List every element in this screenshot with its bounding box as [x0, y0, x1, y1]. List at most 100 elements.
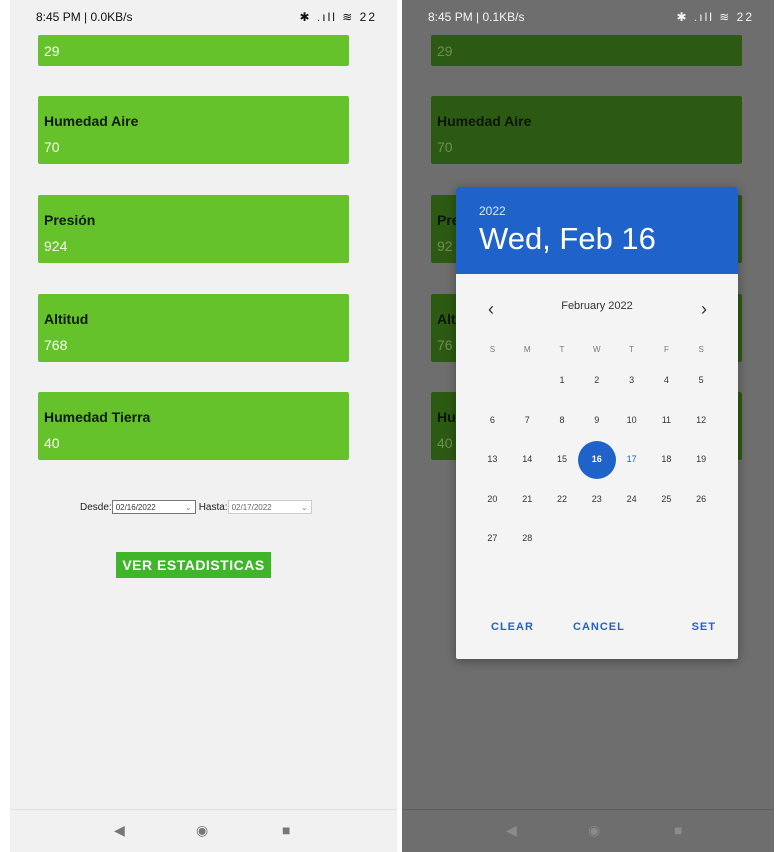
- status-time: 8:45 PM | 0.1KB/s: [428, 10, 525, 24]
- calendar-day[interactable]: 21: [510, 480, 545, 520]
- card-value: 40: [44, 435, 60, 451]
- calendar-day[interactable]: 13: [475, 440, 510, 480]
- calendar-day[interactable]: 18: [649, 440, 684, 480]
- sensor-card: Altitud 768: [38, 294, 349, 362]
- sensor-card: Presión 924: [38, 195, 349, 263]
- sensor-card: Humedad Aire 70: [38, 96, 349, 164]
- weekday-label: S: [489, 345, 496, 354]
- calendar-day[interactable]: 9: [579, 401, 614, 441]
- calendar-day[interactable]: 10: [614, 401, 649, 441]
- card-value: 40: [437, 435, 453, 451]
- card-title: Alt: [437, 311, 456, 327]
- recent-apps-icon[interactable]: ■: [282, 822, 290, 838]
- hasta-date-input[interactable]: 02/17/2022 ⌄: [227, 500, 312, 514]
- calendar-day[interactable]: 7: [510, 401, 545, 441]
- calendar-day[interactable]: 14: [510, 440, 545, 480]
- weekday-label: W: [593, 345, 601, 354]
- sensor-card: 29: [431, 35, 742, 66]
- card-title: Humedad Tierra: [44, 409, 151, 425]
- set-button[interactable]: SET: [692, 621, 716, 633]
- picker-selected-date: Wed, Feb 16: [479, 221, 656, 256]
- card-title: Altitud: [44, 311, 89, 327]
- card-title: Humedad Aire: [437, 113, 532, 129]
- status-bar: 8:45 PM | 0.1KB/s ✱ .ıll ≋ 22: [402, 0, 774, 36]
- recent-apps-icon[interactable]: ■: [674, 822, 682, 838]
- calendar-day[interactable]: 28: [510, 519, 545, 559]
- chevron-down-icon: ⌄: [184, 502, 192, 512]
- card-title: Presión: [44, 212, 96, 228]
- calendar-day[interactable]: 23: [579, 480, 614, 520]
- calendar-day[interactable]: 17: [614, 440, 649, 480]
- calendar-day[interactable]: 11: [649, 401, 684, 441]
- weekday-label: T: [629, 345, 635, 354]
- sensor-card: 29: [38, 35, 349, 66]
- calendar-week-row: 27 28: [475, 519, 719, 559]
- calendar-day[interactable]: 26: [684, 480, 719, 520]
- left-screen: 8:45 PM | 0.0KB/s ✱ .ıll ≋ 22 29 Humedad…: [10, 0, 397, 852]
- date-picker-dialog: 2022 Wed, Feb 16 ‹ February 2022 › SMTWT…: [456, 187, 738, 659]
- weekday-label: M: [523, 345, 531, 354]
- calendar-day[interactable]: 22: [545, 480, 580, 520]
- status-bar: 8:45 PM | 0.0KB/s ✱ .ıll ≋ 22: [10, 0, 397, 36]
- nav-bar: ◀ ◉ ■: [402, 809, 774, 852]
- calendar-empty-cell: [545, 519, 580, 559]
- card-title: Hu: [437, 409, 456, 425]
- calendar-grid: SMTWTFS 1 2 3 4 5 6 7 8 9 10 11 12 13 14 15 16 17 18 19 20 2…: [475, 339, 719, 559]
- month-navigation: ‹ February 2022 ›: [456, 295, 738, 319]
- calendar-empty-cell: [649, 519, 684, 559]
- card-value: 29: [44, 43, 60, 59]
- calendar-empty-cell: [475, 361, 510, 401]
- clear-button[interactable]: CLEAR: [491, 621, 534, 633]
- card-value: 70: [44, 139, 60, 155]
- calendar-day[interactable]: 1: [545, 361, 580, 401]
- weekday-label: F: [663, 345, 669, 354]
- card-title: Humedad Aire: [44, 113, 139, 129]
- calendar-day[interactable]: 15: [545, 440, 580, 480]
- calendar-day[interactable]: 12: [684, 401, 719, 441]
- calendar-week-row: 12345: [475, 361, 719, 401]
- back-icon[interactable]: ◀: [506, 822, 517, 839]
- hasta-label: Hasta:: [198, 501, 228, 513]
- ver-estadisticas-button[interactable]: VER ESTADISTICAS: [116, 552, 271, 578]
- calendar-day[interactable]: 19: [684, 440, 719, 480]
- card-value: 924: [44, 238, 68, 254]
- card-value: 768: [44, 337, 68, 353]
- calendar-day[interactable]: 6: [475, 401, 510, 441]
- chevron-down-icon: ⌄: [300, 502, 308, 512]
- calendar-day[interactable]: 27: [475, 519, 510, 559]
- card-value: 76: [437, 337, 453, 353]
- desde-date-value: 02/16/2022: [115, 502, 156, 512]
- calendar-empty-cell: [684, 519, 719, 559]
- status-icons: ✱ .ıll ≋ 22: [676, 10, 754, 24]
- card-value: 70: [437, 139, 453, 155]
- date-range-row: Desde: 02/16/2022 ⌄ Hasta: 02/17/2022 ⌄: [80, 500, 312, 514]
- calendar-day[interactable]: 5: [684, 361, 719, 401]
- calendar-day[interactable]: 2: [579, 361, 614, 401]
- desde-date-input[interactable]: 02/16/2022 ⌄: [111, 500, 196, 514]
- calendar-day[interactable]: 4: [649, 361, 684, 401]
- right-screen: 8:45 PM | 0.1KB/s ✱ .ıll ≋ 22 29 Humedad…: [402, 0, 774, 852]
- calendar-week-row: 13 14 15 16 17 18 19: [475, 440, 719, 480]
- weekday-label: T: [559, 345, 565, 354]
- calendar-empty-cell: [510, 361, 545, 401]
- calendar-day[interactable]: 25: [649, 480, 684, 520]
- cancel-button[interactable]: CANCEL: [573, 621, 625, 633]
- card-value: 92: [437, 238, 453, 254]
- home-icon[interactable]: ◉: [588, 822, 600, 839]
- calendar-day[interactable]: 24: [614, 480, 649, 520]
- calendar-day[interactable]: 3: [614, 361, 649, 401]
- home-icon[interactable]: ◉: [196, 822, 208, 839]
- back-icon[interactable]: ◀: [114, 822, 125, 839]
- sensor-card: Humedad Tierra 40: [38, 392, 349, 460]
- calendar-empty-cell: [614, 519, 649, 559]
- calendar-week-row: 6 7 8 9 10 11 12: [475, 401, 719, 441]
- picker-year[interactable]: 2022: [479, 204, 506, 218]
- calendar-day[interactable]: 8: [545, 401, 580, 441]
- calendar-empty-cell: [579, 519, 614, 559]
- calendar-day[interactable]: 20: [475, 480, 510, 520]
- calendar-day-selected[interactable]: 16: [577, 440, 616, 480]
- chevron-right-icon[interactable]: ›: [692, 297, 716, 321]
- hasta-date-value: 02/17/2022: [231, 502, 272, 512]
- desde-label: Desde:: [80, 501, 112, 513]
- weekday-header: SMTWTFS: [475, 339, 719, 361]
